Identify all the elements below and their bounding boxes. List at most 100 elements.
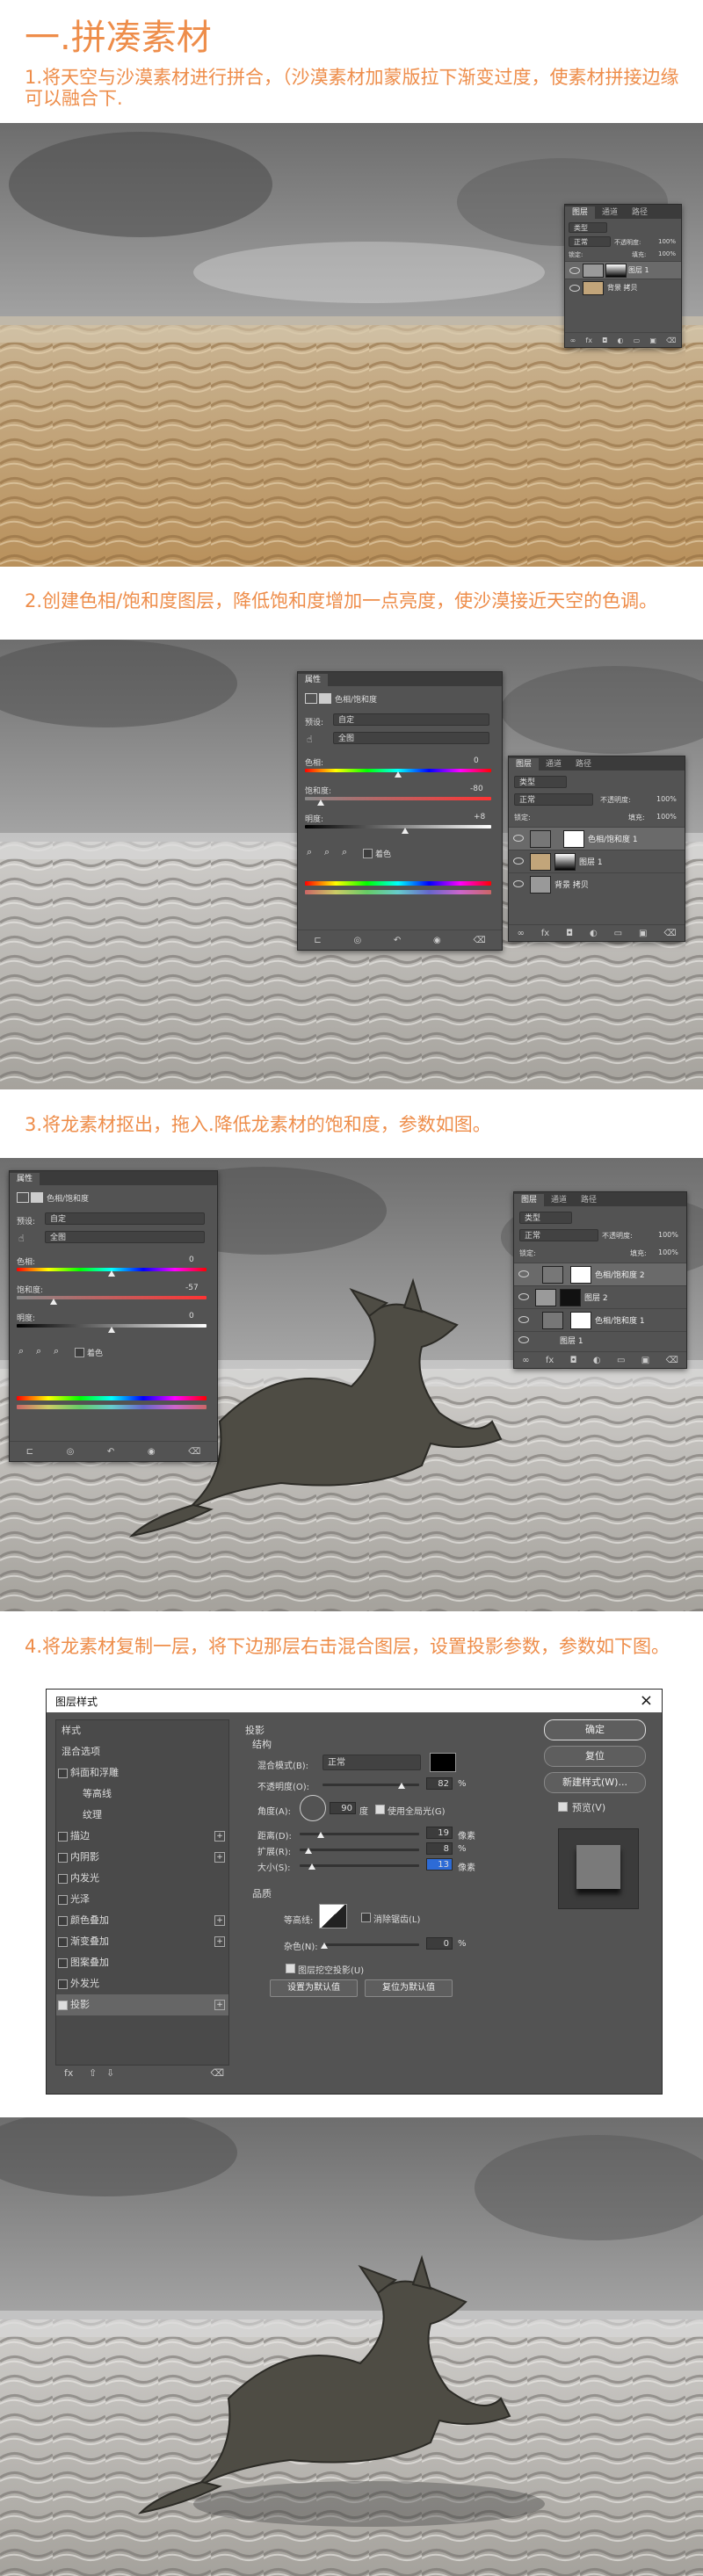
style-item[interactable]: 内发光 xyxy=(56,1868,228,1889)
layer-row[interactable]: 色相/饱和度 2 xyxy=(514,1263,686,1285)
channel-select[interactable]: 全图 xyxy=(333,732,489,744)
colorize-checkbox[interactable] xyxy=(75,1348,84,1357)
style-item[interactable]: 内阴影 + xyxy=(56,1847,228,1868)
style-checkbox[interactable] xyxy=(58,1895,68,1905)
style-item[interactable]: 纹理 xyxy=(56,1805,228,1826)
styles-header[interactable]: 样式 xyxy=(56,1720,228,1741)
folder-icon[interactable]: ▭ xyxy=(614,929,622,938)
eye-icon[interactable]: ◉ xyxy=(148,1447,156,1457)
hand-tool-icon[interactable]: ☝ xyxy=(18,1233,25,1244)
opacity-value[interactable]: 100% xyxy=(658,1231,678,1239)
hand-tool-icon[interactable]: ☝ xyxy=(307,734,313,745)
tab-layers[interactable]: 图层 xyxy=(565,206,596,219)
trash-icon[interactable]: ⌫ xyxy=(666,1356,678,1365)
saturation-slider[interactable] xyxy=(305,797,491,800)
clip-icon[interactable]: ⊏ xyxy=(26,1447,33,1457)
tab-layers[interactable]: 图层 xyxy=(509,758,540,771)
layer-row[interactable]: 背景 拷贝 xyxy=(509,872,685,895)
add-style-icon[interactable]: + xyxy=(214,1936,225,1947)
saturation-value[interactable]: -57 xyxy=(185,1284,199,1292)
noise-input[interactable]: 0 xyxy=(426,1937,453,1950)
opacity-value[interactable]: 100% xyxy=(656,795,677,803)
eye-icon[interactable] xyxy=(518,1336,529,1343)
arrow-down-icon[interactable]: ⇩ xyxy=(106,2067,114,2079)
add-style-icon[interactable]: + xyxy=(214,1852,225,1863)
blend-mode-select[interactable]: 正常 xyxy=(323,1755,421,1770)
hue-value[interactable]: 0 xyxy=(474,756,479,765)
clip-icon[interactable]: ⊏ xyxy=(314,936,321,945)
tab-paths[interactable]: 路径 xyxy=(625,206,655,219)
preset-select[interactable]: 自定 xyxy=(45,1212,205,1225)
trash-icon[interactable]: ⌫ xyxy=(188,1447,200,1457)
make-default-button[interactable]: 设置为默认值 xyxy=(270,1979,358,1997)
layer-row[interactable]: 图层 2 xyxy=(514,1285,686,1308)
adjustment-icon[interactable]: ◐ xyxy=(618,336,624,344)
size-slider[interactable] xyxy=(300,1864,419,1867)
distance-knob[interactable] xyxy=(317,1832,324,1838)
layer-row[interactable]: 背景 拷贝 xyxy=(565,279,681,296)
eye-icon[interactable] xyxy=(569,267,580,274)
lightness-value[interactable]: 0 xyxy=(189,1312,194,1321)
tab-paths[interactable]: 路径 xyxy=(574,1194,604,1206)
style-checkbox[interactable] xyxy=(58,1769,68,1778)
style-checkbox[interactable] xyxy=(58,2001,68,2010)
style-item[interactable]: 渐变叠加 + xyxy=(56,1931,228,1952)
lightness-knob[interactable] xyxy=(108,1327,115,1333)
opacity-knob[interactable] xyxy=(398,1783,405,1789)
style-item[interactable]: 图案叠加 xyxy=(56,1952,228,1973)
undo-icon[interactable]: ↶ xyxy=(107,1447,114,1457)
eye-icon[interactable]: ◉ xyxy=(433,936,441,945)
shadow-color-swatch[interactable] xyxy=(430,1753,456,1772)
new-style-button[interactable]: 新建样式(W)... xyxy=(544,1772,646,1793)
eye-icon[interactable] xyxy=(518,1270,529,1277)
kind-filter[interactable]: 类型 xyxy=(514,776,567,788)
trash-icon[interactable]: ⌫ xyxy=(666,336,676,344)
lightness-knob[interactable] xyxy=(402,828,409,834)
eyedropper-plus-icon[interactable]: ⌕ xyxy=(324,846,330,858)
style-checkbox[interactable] xyxy=(58,1937,68,1947)
saturation-knob[interactable] xyxy=(317,800,324,806)
opacity-input[interactable]: 82 xyxy=(426,1777,453,1790)
fill-value[interactable]: 100% xyxy=(656,813,677,821)
style-item[interactable]: 斜面和浮雕 xyxy=(56,1762,228,1784)
new-layer-icon[interactable]: ▣ xyxy=(641,1356,649,1365)
blend-mode-select[interactable]: 正常 xyxy=(514,793,593,806)
preset-select[interactable]: 自定 xyxy=(333,713,489,726)
size-knob[interactable] xyxy=(308,1863,315,1870)
add-style-icon[interactable]: + xyxy=(214,1915,225,1926)
layer-row[interactable]: 色相/饱和度 1 xyxy=(509,827,685,850)
link-icon[interactable]: ∞ xyxy=(570,336,576,344)
saturation-slider[interactable] xyxy=(17,1296,207,1299)
distance-input[interactable]: 19 xyxy=(426,1827,453,1839)
hue-knob[interactable] xyxy=(395,771,402,778)
fx-icon[interactable]: fx xyxy=(546,1356,554,1365)
opacity-value[interactable]: 100% xyxy=(658,238,676,245)
eye-icon[interactable] xyxy=(513,835,524,842)
adjustment-icon[interactable]: ◐ xyxy=(593,1356,601,1365)
style-checkbox[interactable] xyxy=(58,1874,68,1884)
layer-row[interactable]: 图层 1 xyxy=(509,850,685,872)
tab-channels[interactable]: 通道 xyxy=(539,758,569,771)
layer-row[interactable]: 图层 1 xyxy=(565,261,681,279)
style-item[interactable]: 外发光 xyxy=(56,1973,228,1994)
style-checkbox[interactable] xyxy=(58,1832,68,1842)
reset-default-button[interactable]: 复位为默认值 xyxy=(365,1979,453,1997)
close-icon[interactable]: × xyxy=(640,1691,653,1710)
eye-icon[interactable] xyxy=(513,857,524,865)
antialias-checkbox[interactable] xyxy=(361,1913,371,1922)
hue-value[interactable]: 0 xyxy=(189,1255,194,1264)
colorize-checkbox[interactable] xyxy=(363,849,373,858)
trash-icon[interactable]: ⌫ xyxy=(473,936,485,945)
eyedropper-icon[interactable]: ⌕ xyxy=(307,846,312,858)
style-item[interactable]: 描边 + xyxy=(56,1826,228,1847)
trash-icon[interactable]: ⌫ xyxy=(663,929,676,938)
spread-input[interactable]: 8 xyxy=(426,1842,453,1855)
angle-input[interactable]: 90 xyxy=(330,1802,356,1814)
reset-button[interactable]: 复位 xyxy=(544,1746,646,1767)
eye-icon[interactable] xyxy=(513,880,524,887)
blend-mode-select[interactable]: 正常 xyxy=(519,1229,598,1241)
blend-options-item[interactable]: 混合选项 xyxy=(56,1741,228,1762)
mask-icon[interactable]: ◘ xyxy=(570,1356,577,1365)
tab-channels[interactable]: 通道 xyxy=(595,206,625,219)
hue-knob[interactable] xyxy=(108,1270,115,1277)
